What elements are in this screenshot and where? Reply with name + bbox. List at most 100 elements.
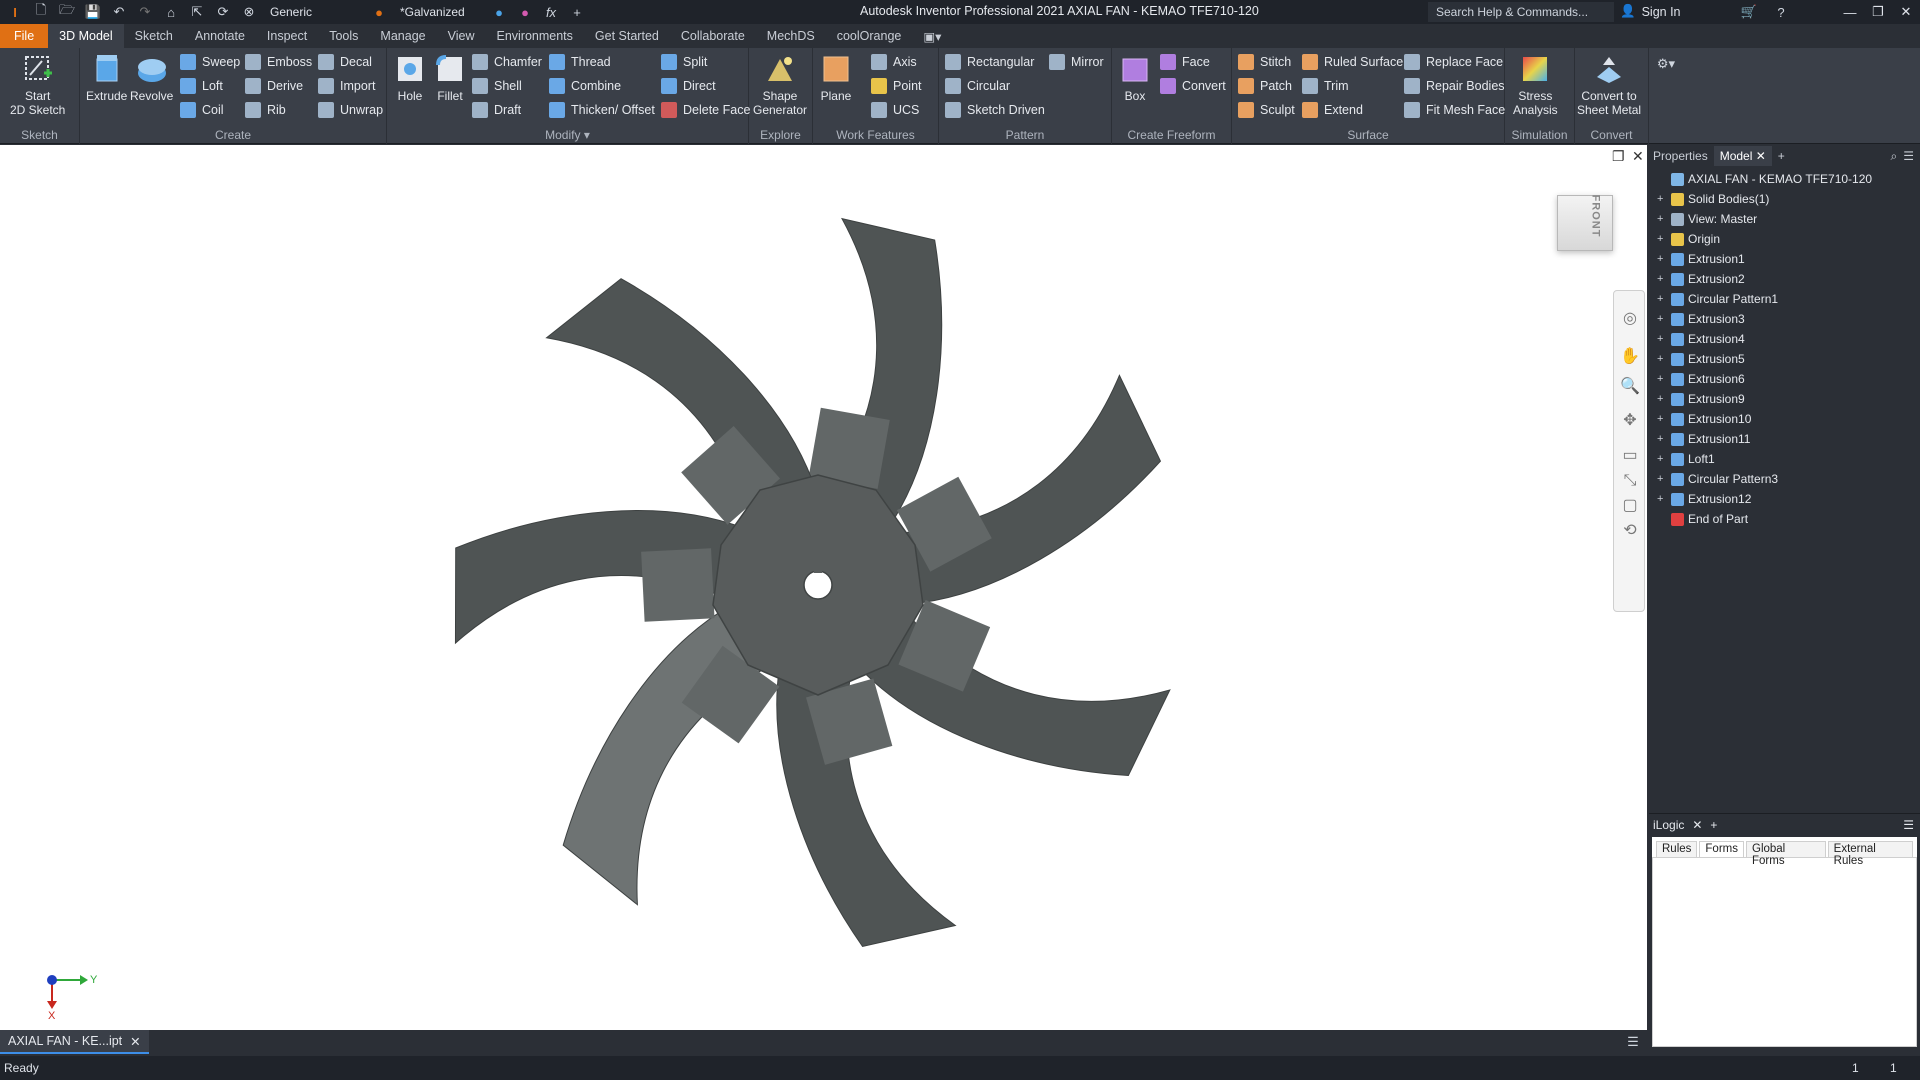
convert-sheet-metal-button[interactable]: Convert to Sheet Metal <box>1577 52 1641 117</box>
expand-icon[interactable]: + <box>1657 193 1669 205</box>
appearance-select[interactable]: Generic <box>264 3 364 21</box>
search-input[interactable]: Search Help & Commands... <box>1428 2 1614 22</box>
shape-generator-button[interactable]: Shape Generator <box>753 52 807 117</box>
plane-button[interactable]: Plane <box>819 52 853 103</box>
rectangular-pattern-button[interactable]: Rectangular <box>945 54 1034 70</box>
add-tab-icon[interactable]: + <box>1778 149 1785 163</box>
direct-button[interactable]: Direct <box>661 78 716 94</box>
sweep-button[interactable]: Sweep <box>180 54 240 70</box>
tree-item[interactable]: + Extrusion11 <box>1649 429 1920 449</box>
expand-icon[interactable]: + <box>1657 213 1669 225</box>
tab-model-close-icon[interactable]: ✕ <box>1756 149 1766 163</box>
replace-face-button[interactable]: Replace Face <box>1404 54 1503 70</box>
tree-item[interactable]: + Circular Pattern1 <box>1649 289 1920 309</box>
update-icon[interactable]: ⟳ <box>212 2 234 22</box>
tab-environments[interactable]: Environments <box>485 24 583 48</box>
rotate-icon[interactable]: ⟲ <box>1620 521 1640 541</box>
expand-icon[interactable]: + <box>1657 313 1669 325</box>
document-menu-icon[interactable]: ☰ <box>1622 1032 1644 1052</box>
extend-button[interactable]: Extend <box>1302 102 1363 118</box>
document-tab[interactable]: AXIAL FAN - KE...ipt ✕ <box>0 1030 149 1054</box>
browser-menu-icon[interactable]: ☰ <box>1903 149 1914 163</box>
panel-label-modify[interactable]: Modify ▾ <box>387 128 748 142</box>
ucs-button[interactable]: UCS <box>871 102 919 118</box>
shaded-icon[interactable]: ⊗ <box>238 2 260 22</box>
color-wheel-icon[interactable]: ● <box>368 2 390 22</box>
thicken-button[interactable]: Thicken/ Offset <box>549 102 655 118</box>
tree-item[interactable]: + Extrusion10 <box>1649 409 1920 429</box>
tab-collaborate[interactable]: Collaborate <box>670 24 756 48</box>
split-button[interactable]: Split <box>661 54 707 70</box>
unwrap-button[interactable]: Unwrap <box>318 102 383 118</box>
box-button[interactable]: Box <box>1118 52 1152 103</box>
draft-button[interactable]: Draft <box>472 102 521 118</box>
select-icon[interactable]: ⇱ <box>186 2 208 22</box>
tree-item[interactable]: + Extrusion9 <box>1649 389 1920 409</box>
camera-icon[interactable]: ▣▾ <box>912 24 952 48</box>
tree-item[interactable]: + Extrusion6 <box>1649 369 1920 389</box>
emboss-button[interactable]: Emboss <box>245 54 312 70</box>
expand-icon[interactable]: + <box>1657 433 1669 445</box>
tree-item[interactable]: + Extrusion3 <box>1649 309 1920 329</box>
tab-tools[interactable]: Tools <box>318 24 369 48</box>
help-icon[interactable]: ? <box>1770 2 1792 22</box>
mirror-button[interactable]: Mirror <box>1049 54 1104 70</box>
ilogic-menu-icon[interactable]: ☰ <box>1903 818 1914 832</box>
cart-icon[interactable]: 🛒 <box>1738 2 1760 22</box>
tab-properties[interactable]: Properties <box>1653 149 1708 163</box>
graphics-window[interactable]: ❐ ✕ FRONT ◎ ✋ 🔍 ✥ ▭ ⤡ ▢ ⟲ Y X <box>0 145 1647 1030</box>
expand-icon[interactable]: + <box>1657 353 1669 365</box>
viewcube[interactable]: FRONT <box>1557 195 1613 251</box>
tree-item[interactable]: + Extrusion4 <box>1649 329 1920 349</box>
derive-button[interactable]: Derive <box>245 78 303 94</box>
extrude-button[interactable]: Extrude <box>86 52 127 103</box>
stress-analysis-button[interactable]: Stress Analysis <box>1513 52 1558 117</box>
adjust-icon[interactable]: ● <box>488 2 510 22</box>
home-icon[interactable]: ⌂ <box>160 2 182 22</box>
material-select[interactable]: *Galvanized <box>394 3 484 21</box>
convert-freeform-button[interactable]: Convert <box>1160 78 1226 94</box>
tab-file[interactable]: File <box>0 24 49 48</box>
minimize-icon[interactable]: — <box>1836 0 1864 24</box>
tree-item[interactable]: + Loft1 <box>1649 449 1920 469</box>
repair-bodies-button[interactable]: Repair Bodies <box>1404 78 1505 94</box>
look-at-icon[interactable]: ▭ <box>1620 446 1640 466</box>
open-folder-icon[interactable]: 🗁 <box>56 2 78 22</box>
expand-icon[interactable]: + <box>1657 373 1669 385</box>
redo-icon[interactable]: ↷ <box>134 2 156 22</box>
decal-button[interactable]: Decal <box>318 54 372 70</box>
tree-item[interactable]: + Extrusion1 <box>1649 249 1920 269</box>
undo-icon[interactable]: ↶ <box>108 2 130 22</box>
chamfer-button[interactable]: Chamfer <box>472 54 542 70</box>
pan-icon[interactable]: ✋ <box>1620 347 1640 367</box>
expand-icon[interactable]: + <box>1657 393 1669 405</box>
fan-model[interactable] <box>0 145 1647 1030</box>
tab-get-started[interactable]: Get Started <box>584 24 670 48</box>
expand-icon[interactable]: + <box>1657 473 1669 485</box>
zoom-icon[interactable]: 🔍 <box>1620 377 1640 397</box>
ilogic-title[interactable]: iLogic <box>1653 818 1684 832</box>
expand-icon[interactable]: + <box>1657 293 1669 305</box>
stitch-button[interactable]: Stitch <box>1238 54 1291 70</box>
expand-icon[interactable]: + <box>1657 453 1669 465</box>
tab-rules[interactable]: Rules <box>1656 841 1698 857</box>
tree-item[interactable]: End of Part <box>1649 509 1920 529</box>
tree-item[interactable]: + Extrusion2 <box>1649 269 1920 289</box>
tree-item[interactable]: + Origin <box>1649 229 1920 249</box>
axis-button[interactable]: Axis <box>871 54 917 70</box>
fillet-button[interactable]: Fillet <box>433 52 467 103</box>
app-logo-icon[interactable]: I <box>4 2 26 22</box>
tab-global-forms[interactable]: Global Forms <box>1746 841 1826 867</box>
thread-button[interactable]: Thread <box>549 54 611 70</box>
tab-external-rules[interactable]: External Rules <box>1827 841 1913 867</box>
revolve-button[interactable]: Revolve <box>130 52 173 103</box>
ilogic-body[interactable] <box>1652 857 1917 1047</box>
expand-icon[interactable]: + <box>1657 253 1669 265</box>
fit-mesh-face-button[interactable]: Fit Mesh Face <box>1404 102 1505 118</box>
start-2d-sketch-button[interactable]: Start 2D Sketch <box>10 52 65 117</box>
expand-icon[interactable]: + <box>1657 493 1669 505</box>
shell-button[interactable]: Shell <box>472 78 522 94</box>
patch-button[interactable]: Patch <box>1238 78 1292 94</box>
tree-item[interactable]: + Extrusion5 <box>1649 349 1920 369</box>
ilogic-close-icon[interactable]: ✕ <box>1692 818 1702 832</box>
